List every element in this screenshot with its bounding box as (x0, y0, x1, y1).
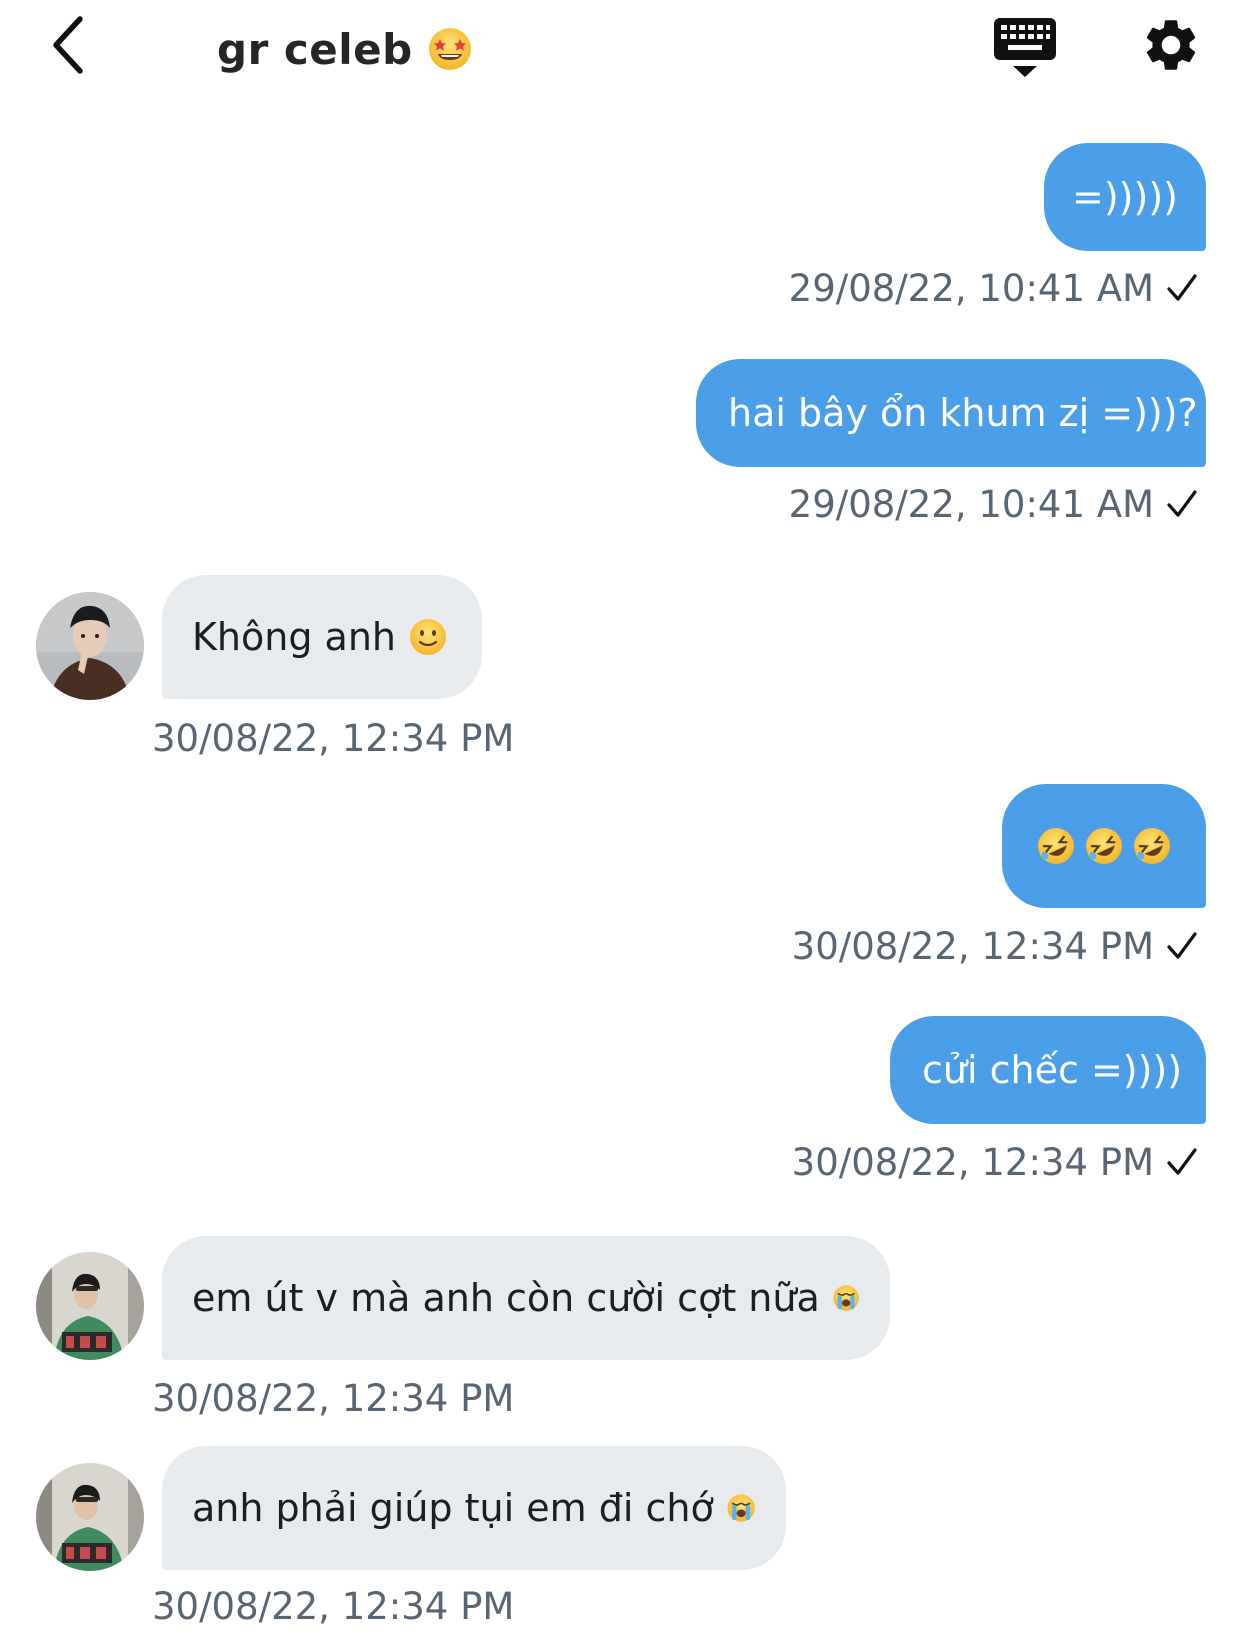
star-struck-emoji-icon (428, 28, 471, 70)
message-text: anh phải giúp tụi em đi chớ (192, 1486, 714, 1530)
message-bubble-incoming[interactable]: Không anh (162, 575, 482, 699)
conversation-header: gr celeb (0, 0, 1242, 100)
gear-icon (1146, 20, 1196, 70)
read-check-icon (1167, 274, 1197, 301)
read-check-icon (1167, 1148, 1197, 1175)
sender-avatar[interactable] (36, 592, 144, 700)
rolling-on-floor-laughing-emoji-icon (1086, 828, 1122, 864)
read-check-icon (1167, 490, 1197, 517)
chevron-left-icon (53, 16, 83, 74)
sender-avatar[interactable] (36, 1463, 144, 1571)
message-timestamp: 29/08/22, 10:41 AM (788, 482, 1154, 526)
rolling-on-floor-laughing-emoji-icon (1038, 828, 1074, 864)
message-text: =))))) (1072, 175, 1178, 219)
conversation-title[interactable]: gr celeb (217, 18, 473, 80)
message-text: em út v mà anh còn cười cợt nữa (192, 1276, 820, 1320)
message-text: hai bây ổn khum zị =)))? (728, 391, 1198, 435)
message-timestamp: 30/08/22, 12:34 PM (152, 716, 515, 760)
message-text: Không anh (192, 615, 396, 659)
message-bubble-outgoing[interactable]: cửi chếc =)))) (890, 1016, 1206, 1124)
read-check-icon (1167, 932, 1197, 959)
loudly-crying-face-emoji-icon (833, 1285, 859, 1311)
back-button[interactable] (40, 12, 96, 78)
keyboard-dismiss-icon (994, 18, 1056, 77)
slightly-smiling-face-emoji-icon (410, 619, 446, 655)
sender-avatar[interactable] (36, 1252, 144, 1360)
avatar-photo (36, 592, 144, 700)
message-timestamp: 30/08/22, 12:34 PM (791, 924, 1154, 968)
message-timestamp: 30/08/22, 12:34 PM (152, 1376, 515, 1420)
message-timestamp: 29/08/22, 10:41 AM (788, 266, 1154, 310)
keyboard-button[interactable] (992, 14, 1058, 80)
loudly-crying-face-emoji-icon (727, 1494, 755, 1522)
dm-conversation-screen: gr celeb =))))) 29/08/22, 10:41 AM hai b… (0, 0, 1242, 1634)
message-bubble-incoming[interactable]: anh phải giúp tụi em đi chớ (162, 1446, 786, 1570)
settings-button[interactable] (1140, 14, 1202, 76)
rolling-on-floor-laughing-emoji-icon (1134, 828, 1170, 864)
message-text: cửi chếc =)))) (922, 1048, 1183, 1092)
message-timestamp: 30/08/22, 12:34 PM (791, 1140, 1154, 1184)
message-bubble-outgoing[interactable]: hai bây ổn khum zị =)))? (696, 359, 1206, 467)
message-bubble-outgoing[interactable] (1002, 784, 1206, 908)
conversation-title-text: gr celeb (217, 24, 413, 74)
message-timestamp: 30/08/22, 12:34 PM (152, 1584, 515, 1628)
message-bubble-outgoing[interactable]: =))))) (1044, 143, 1206, 251)
avatar-photo (36, 1252, 144, 1360)
message-bubble-incoming[interactable]: em út v mà anh còn cười cợt nữa (162, 1236, 890, 1360)
avatar-photo (36, 1463, 144, 1571)
